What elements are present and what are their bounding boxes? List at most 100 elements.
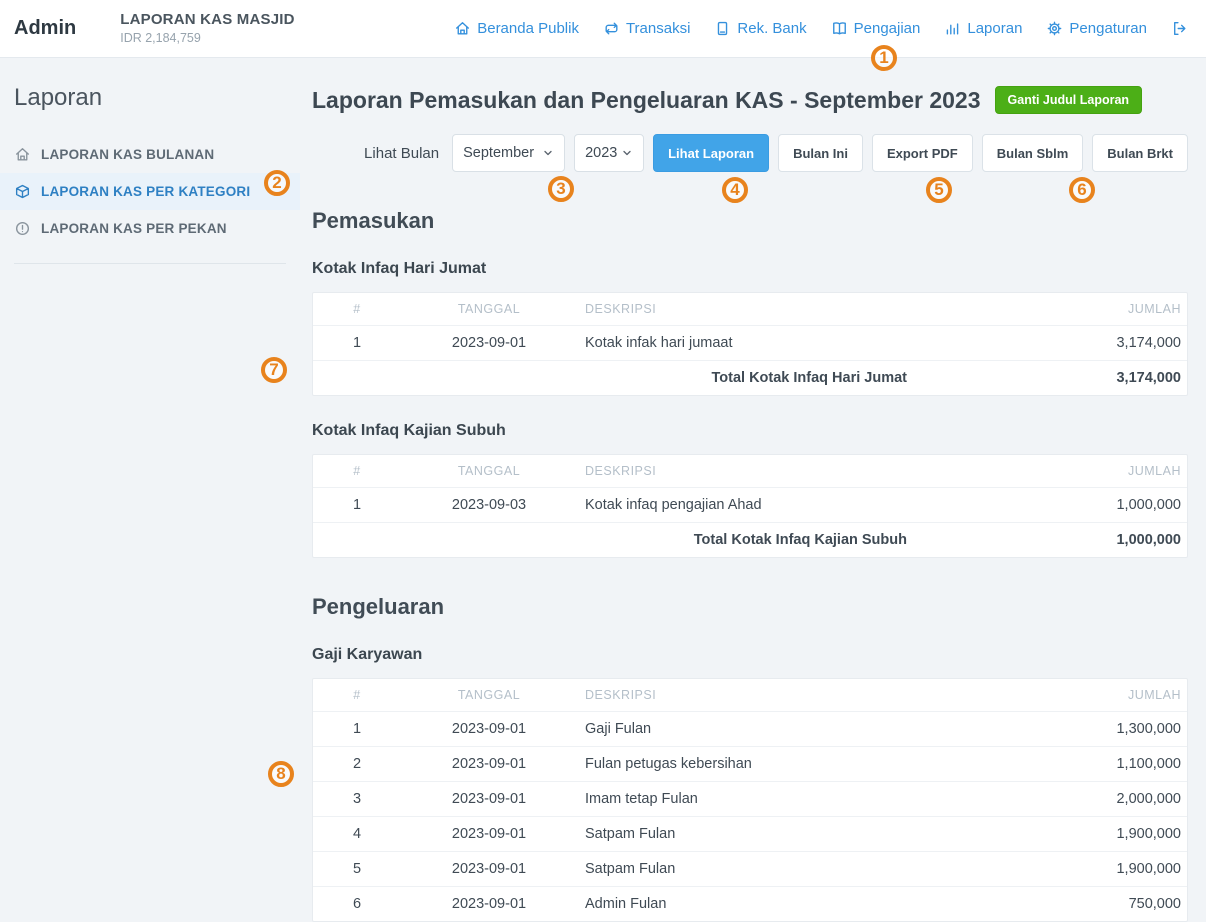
nav-item-label: Beranda Publik [477,20,579,37]
table-total-row: Total Kotak Infaq Kajian Subuh1,000,000 [313,523,1187,558]
description-cell: Satpam Fulan [577,852,915,887]
nav-item-pengajian[interactable]: Pengajian [831,20,921,37]
column-header: DESKRIPSI [577,679,915,712]
table-title: Kotak Infaq Kajian Subuh [312,422,1188,440]
date-cell: 2023-09-01 [401,887,577,922]
date-cell: 2023-09-03 [401,488,577,523]
sidebar-item-label: LAPORAN KAS PER KATEGORI [41,184,250,199]
month-select[interactable]: September [452,134,565,172]
gear-icon [1046,20,1063,37]
column-header: TANGGAL [401,455,577,488]
nav-item-label: Laporan [967,20,1022,37]
annotation-marker-1: 1 [871,45,897,71]
date-cell: 2023-09-01 [401,326,577,361]
nav-item-label: Transaksi [626,20,690,37]
income-tables: Kotak Infaq Hari Jumat#TANGGALDESKRIPSIJ… [312,260,1188,558]
admin-label: Admin [14,17,76,40]
change-report-title-button[interactable]: Ganti Judul Laporan [995,86,1143,114]
nav-item-label: Pengajian [854,20,921,37]
filter-label: Lihat Bulan [364,145,439,162]
nav-item-transaksi[interactable]: Transaksi [603,20,690,37]
home-icon [14,146,31,163]
main-content: Laporan Pemasukan dan Pengeluaran KAS - … [300,58,1206,880]
description-cell: Admin Fulan [577,887,915,922]
amount-cell: 2,000,000 [915,782,1187,817]
column-header: JUMLAH [915,679,1187,712]
description-cell: Fulan petugas kebersihan [577,747,915,782]
total-amount: 1,000,000 [915,523,1187,558]
brand-block: LAPORAN KAS MASJID IDR 2,184,759 [120,11,294,46]
column-header: JUMLAH [915,455,1187,488]
table-row: 22023-09-01Fulan petugas kebersihan1,100… [313,747,1187,782]
table-row: 12023-09-01Gaji Fulan1,300,000 [313,712,1187,747]
export-pdf-button[interactable]: Export PDF [872,134,973,172]
report-table: #TANGGALDESKRIPSIJUMLAH12023-09-03Kotak … [313,455,1187,557]
next-month-button[interactable]: Bulan Brkt [1092,134,1188,172]
annotation-marker-7: 7 [261,357,287,383]
sidebar-item-laporan-kas-per-kategori[interactable]: LAPORAN KAS PER KATEGORI [0,173,300,210]
sidebar-item-label: LAPORAN KAS PER PEKAN [41,221,227,236]
table-row: 42023-09-01Satpam Fulan1,900,000 [313,817,1187,852]
date-cell: 2023-09-01 [401,747,577,782]
sidebar-title: Laporan [14,84,300,112]
brand-balance: IDR 2,184,759 [120,31,294,46]
amount-cell: 1,100,000 [915,747,1187,782]
year-select[interactable]: 2023 [574,134,644,172]
table-header-row: #TANGGALDESKRIPSIJUMLAH [313,455,1187,488]
this-month-button[interactable]: Bulan Ini [778,134,863,172]
nav-item-pengaturan[interactable]: Pengaturan [1046,20,1147,37]
prev-month-button[interactable]: Bulan Sblm [982,134,1084,172]
table-row: 32023-09-01Imam tetap Fulan2,000,000 [313,782,1187,817]
expense-tables: Gaji Karyawan#TANGGALDESKRIPSIJUMLAH1202… [312,646,1188,922]
amount-cell: 1,000,000 [915,488,1187,523]
package-icon [14,183,31,200]
annotation-marker-5: 5 [926,177,952,203]
chart-icon [944,20,961,37]
row-number-cell: 2 [313,747,401,782]
description-cell: Imam tetap Fulan [577,782,915,817]
report-table: #TANGGALDESKRIPSIJUMLAH12023-09-01Gaji F… [313,679,1187,921]
column-header: DESKRIPSI [577,293,915,326]
view-report-button[interactable]: Lihat Laporan [653,134,769,172]
date-cell: 2023-09-01 [401,852,577,887]
row-number-cell: 6 [313,887,401,922]
amount-cell: 1,300,000 [915,712,1187,747]
sidebar-item-laporan-kas-per-pekan[interactable]: LAPORAN KAS PER PEKAN [0,210,300,247]
date-cell: 2023-09-01 [401,817,577,852]
column-header: # [313,293,401,326]
table-header-row: #TANGGALDESKRIPSIJUMLAH [313,293,1187,326]
report-table-card: #TANGGALDESKRIPSIJUMLAH12023-09-01Kotak … [312,292,1188,396]
row-number-cell: 1 [313,326,401,361]
column-header: # [313,455,401,488]
row-number-cell: 5 [313,852,401,887]
table-header-row: #TANGGALDESKRIPSIJUMLAH [313,679,1187,712]
column-header: JUMLAH [915,293,1187,326]
nav-item-rek-bank[interactable]: Rek. Bank [714,20,806,37]
nav-item-beranda-publik[interactable]: Beranda Publik [454,20,579,37]
title-row: Laporan Pemasukan dan Pengeluaran KAS - … [312,86,1188,114]
row-number-cell: 1 [313,712,401,747]
table-row: 62023-09-01Admin Fulan750,000 [313,887,1187,922]
home-icon [454,20,471,37]
bank-icon [714,20,731,37]
column-header: TANGGAL [401,679,577,712]
top-header: Admin LAPORAN KAS MASJID IDR 2,184,759 B… [0,0,1206,58]
chevron-down-icon [542,147,554,159]
date-cell: 2023-09-01 [401,712,577,747]
alert-circle-icon [14,220,31,237]
amount-cell: 1,900,000 [915,817,1187,852]
filter-row: Lihat Bulan September 2023 Lihat Laporan… [312,134,1188,172]
sidebar-item-laporan-kas-bulanan[interactable]: LAPORAN KAS BULANAN [0,136,300,173]
row-number-cell: 3 [313,782,401,817]
table-title: Gaji Karyawan [312,646,1188,664]
report-table-card: #TANGGALDESKRIPSIJUMLAH12023-09-03Kotak … [312,454,1188,558]
annotation-marker-3: 3 [548,176,574,202]
book-icon [831,20,848,37]
table-row: 52023-09-01Satpam Fulan1,900,000 [313,852,1187,887]
nav-item-label: Pengaturan [1069,20,1147,37]
nav-item-laporan[interactable]: Laporan [944,20,1022,37]
nav-item-logout[interactable] [1171,20,1188,37]
column-header: TANGGAL [401,293,577,326]
nav-item-label: Rek. Bank [737,20,806,37]
annotation-marker-8: 8 [268,761,294,787]
